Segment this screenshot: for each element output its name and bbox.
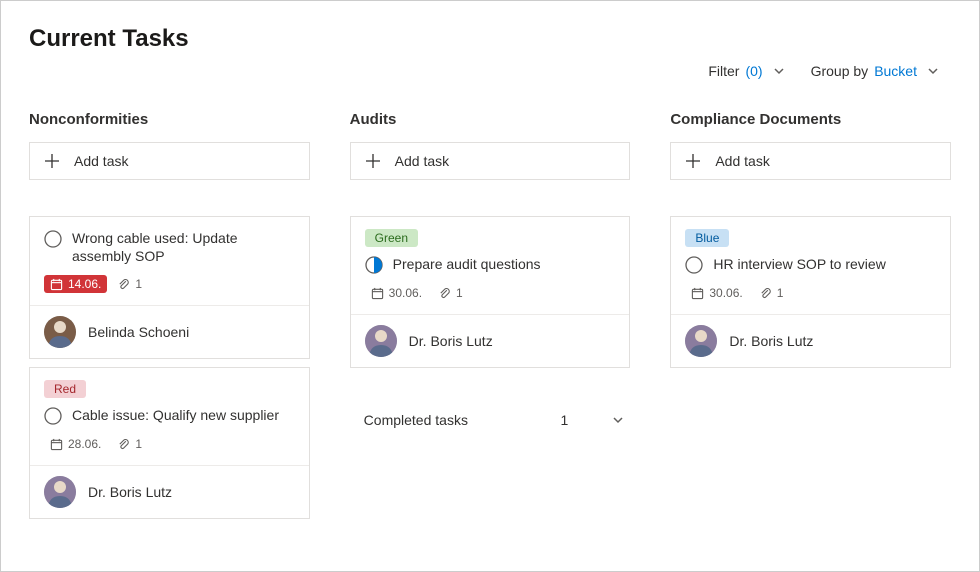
- task-card[interactable]: Blue HR interview SOP to review 30.06. 1 Dr.…: [670, 216, 951, 368]
- chevron-down-icon: [927, 65, 939, 77]
- column-title: Audits: [350, 111, 631, 128]
- task-card[interactable]: Red Cable issue: Qualify new supplier 28.0…: [29, 367, 310, 519]
- attachment-number: 1: [456, 286, 463, 300]
- column-title: Compliance Documents: [670, 111, 951, 128]
- card-body: Wrong cable used: Update assembly SOP 14.…: [30, 217, 309, 305]
- category-tag: Blue: [685, 229, 729, 247]
- attachment-count: 1: [759, 286, 784, 300]
- completed-tasks-toggle[interactable]: Completed tasks 1: [350, 402, 631, 438]
- category-tag: Green: [365, 229, 418, 247]
- plus-icon: [365, 153, 381, 169]
- due-date-text: 30.06.: [709, 286, 742, 300]
- task-title-row: Cable issue: Qualify new supplier: [44, 406, 295, 425]
- completed-count: 1: [561, 412, 569, 428]
- completed-label: Completed tasks: [364, 412, 468, 428]
- calendar-icon: [691, 287, 704, 300]
- toolbar: Filter (0) Group by Bucket: [29, 63, 951, 79]
- board-columns: Nonconformities Add task Wrong cable used:…: [29, 111, 951, 527]
- paperclip-icon: [117, 438, 130, 451]
- add-task-label: Add task: [715, 153, 769, 169]
- complete-toggle[interactable]: [365, 256, 383, 274]
- due-date-text: 30.06.: [389, 286, 422, 300]
- board-column: Audits Add task Green Prepare audit questio…: [350, 111, 631, 438]
- card-body: Red Cable issue: Qualify new supplier 28.0…: [30, 368, 309, 465]
- task-card[interactable]: Green Prepare audit questions 30.06. 1 Dr. B…: [350, 216, 631, 368]
- add-task-button[interactable]: Add task: [670, 142, 951, 180]
- task-meta: 30.06. 1: [685, 284, 936, 302]
- assignee-row: Belinda Schoeni: [30, 305, 309, 358]
- group-by-button[interactable]: Group by Bucket: [811, 63, 939, 79]
- assignee-row: Dr. Boris Lutz: [671, 314, 950, 367]
- assignee-row: Dr. Boris Lutz: [30, 465, 309, 518]
- app-container: Current Tasks Filter (0) Group by Bucket…: [0, 0, 980, 572]
- board-column: Nonconformities Add task Wrong cable used:…: [29, 111, 310, 527]
- filter-button[interactable]: Filter (0): [708, 63, 784, 79]
- task-card[interactable]: Wrong cable used: Update assembly SOP 14.…: [29, 216, 310, 359]
- task-title-row: HR interview SOP to review: [685, 255, 936, 274]
- group-by-label: Group by: [811, 63, 869, 79]
- assignee-name: Dr. Boris Lutz: [729, 333, 813, 349]
- task-title-row: Wrong cable used: Update assembly SOP: [44, 229, 295, 265]
- add-task-button[interactable]: Add task: [29, 142, 310, 180]
- task-meta: 28.06. 1: [44, 435, 295, 453]
- task-meta: 14.06. 1: [44, 275, 295, 293]
- add-task-button[interactable]: Add task: [350, 142, 631, 180]
- task-title: Cable issue: Qualify new supplier: [72, 406, 279, 424]
- chevron-down-icon: [773, 65, 785, 77]
- calendar-icon: [50, 278, 63, 291]
- plus-icon: [685, 153, 701, 169]
- task-title: HR interview SOP to review: [713, 255, 885, 273]
- assignee-name: Dr. Boris Lutz: [88, 484, 172, 500]
- calendar-icon: [371, 287, 384, 300]
- due-date-badge: 14.06.: [44, 275, 107, 293]
- attachment-count: 1: [438, 286, 463, 300]
- task-title: Wrong cable used: Update assembly SOP: [72, 229, 295, 265]
- paperclip-icon: [117, 278, 130, 291]
- chevron-down-icon: [612, 414, 624, 426]
- add-task-label: Add task: [395, 153, 449, 169]
- board-column: Compliance Documents Add task Blue HR inter…: [670, 111, 951, 376]
- avatar: [44, 316, 76, 348]
- assignee-row: Dr. Boris Lutz: [351, 314, 630, 367]
- paperclip-icon: [759, 287, 772, 300]
- attachment-count: 1: [117, 277, 142, 291]
- assignee-name: Belinda Schoeni: [88, 324, 189, 340]
- calendar-icon: [50, 438, 63, 451]
- category-tag: Red: [44, 380, 86, 398]
- attachment-count: 1: [117, 437, 142, 451]
- complete-toggle[interactable]: [44, 407, 62, 425]
- page-title: Current Tasks: [29, 25, 951, 53]
- card-body: Blue HR interview SOP to review 30.06. 1: [671, 217, 950, 314]
- complete-toggle[interactable]: [685, 256, 703, 274]
- group-by-value: Bucket: [874, 63, 917, 79]
- paperclip-icon: [438, 287, 451, 300]
- column-title: Nonconformities: [29, 111, 310, 128]
- filter-label: Filter: [708, 63, 739, 79]
- card-body: Green Prepare audit questions 30.06. 1: [351, 217, 630, 314]
- due-date-text: 28.06.: [68, 437, 101, 451]
- attachment-number: 1: [777, 286, 784, 300]
- task-meta: 30.06. 1: [365, 284, 616, 302]
- due-date-text: 14.06.: [68, 277, 101, 291]
- due-date-badge: 28.06.: [44, 435, 107, 453]
- add-task-label: Add task: [74, 153, 128, 169]
- task-title-row: Prepare audit questions: [365, 255, 616, 274]
- avatar: [685, 325, 717, 357]
- attachment-number: 1: [135, 437, 142, 451]
- plus-icon: [44, 153, 60, 169]
- avatar: [44, 476, 76, 508]
- due-date-badge: 30.06.: [365, 284, 428, 302]
- assignee-name: Dr. Boris Lutz: [409, 333, 493, 349]
- avatar: [365, 325, 397, 357]
- due-date-badge: 30.06.: [685, 284, 748, 302]
- complete-toggle[interactable]: [44, 230, 62, 248]
- task-title: Prepare audit questions: [393, 255, 541, 273]
- filter-count: (0): [745, 63, 762, 79]
- attachment-number: 1: [135, 277, 142, 291]
